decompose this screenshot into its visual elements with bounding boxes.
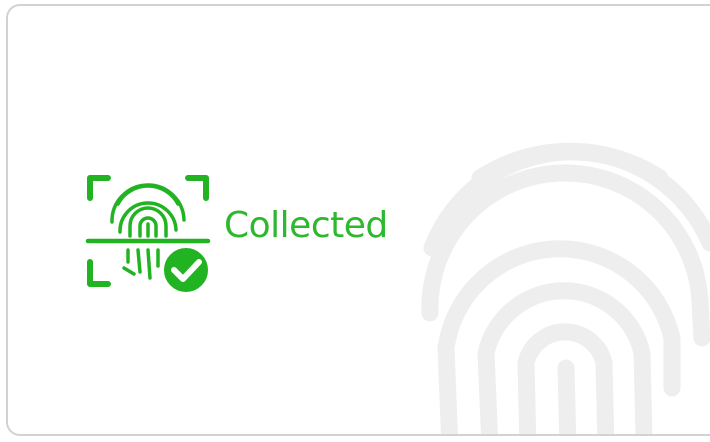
fingerprint-collected-icon — [85, 175, 212, 296]
fingerprint-watermark-icon — [421, 142, 710, 434]
fingerprint-status-card: Collected — [6, 4, 710, 436]
status-label: Collected — [224, 205, 388, 246]
collected-status: Collected — [84, 168, 388, 296]
